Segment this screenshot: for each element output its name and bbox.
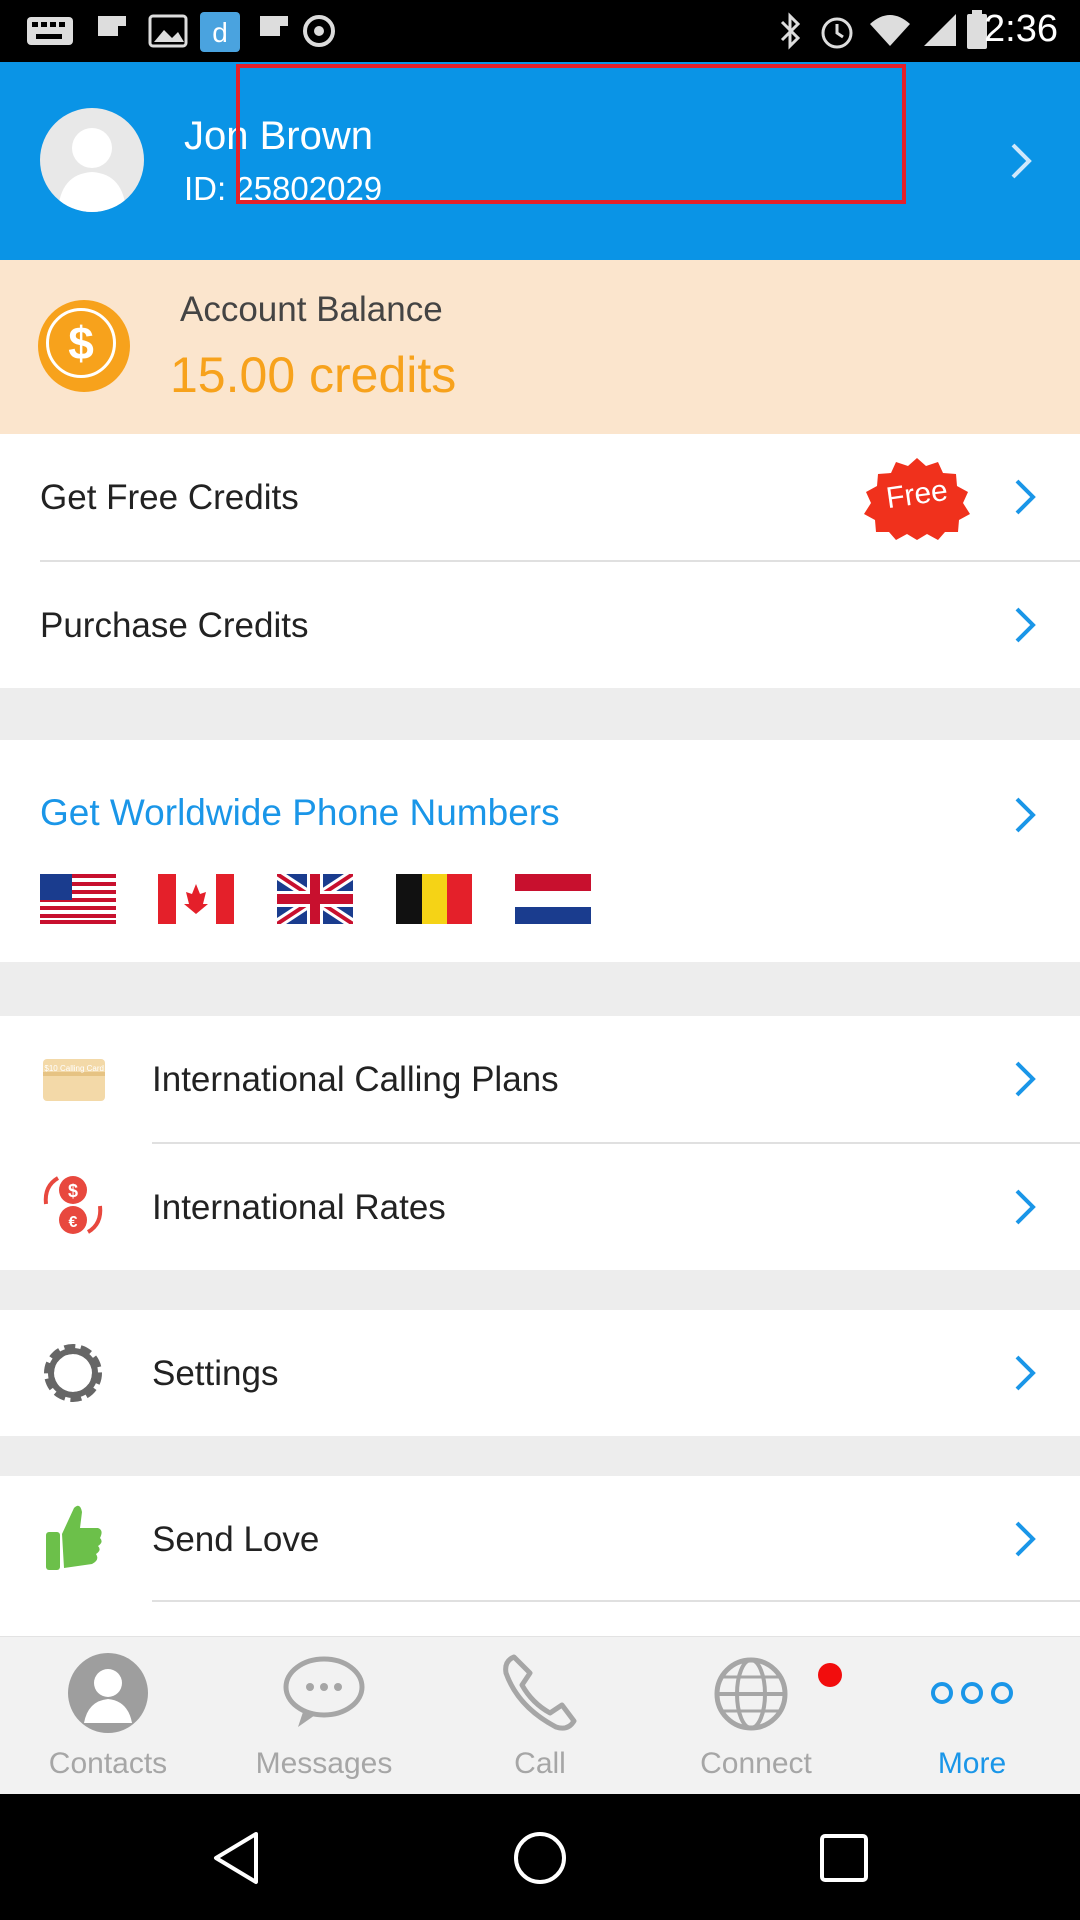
nav-connect-label: Connect — [700, 1747, 812, 1780]
belgium-flag-icon — [396, 874, 472, 924]
phone-icon — [503, 1654, 577, 1731]
flipboard-icon — [260, 16, 288, 36]
chevron-right-icon[interactable] — [1014, 796, 1036, 834]
chevron-right-icon[interactable] — [1014, 1060, 1036, 1098]
nav-call[interactable]: Call — [432, 1637, 648, 1795]
flipboard-icon — [98, 16, 126, 36]
chevron-right-icon[interactable] — [1010, 142, 1032, 180]
send-love-section: Send Love — [0, 1476, 1080, 1636]
app-d-icon: d — [200, 12, 240, 52]
nav-messages[interactable]: Messages — [216, 1637, 432, 1795]
canada-flag-icon — [158, 874, 234, 924]
currency-exchange-icon: $ € — [43, 1176, 103, 1234]
settings-row[interactable]: Settings — [0, 1310, 1080, 1436]
purchase-credits-row[interactable]: Purchase Credits — [0, 562, 1080, 688]
back-icon[interactable] — [210, 1830, 262, 1886]
person-icon — [58, 128, 126, 212]
chevron-right-icon[interactable] — [1014, 1188, 1036, 1226]
international-calling-plans-row[interactable]: $10 Calling Card International Calling P… — [0, 1016, 1080, 1143]
image-icon — [148, 14, 188, 48]
chevron-right-icon[interactable] — [1014, 1520, 1036, 1558]
international-rates-label: International Rates — [152, 1188, 446, 1227]
balance-value: 15.00 credits — [170, 347, 457, 403]
get-free-credits-label: Get Free Credits — [40, 478, 299, 517]
purchase-credits-label: Purchase Credits — [40, 606, 309, 645]
globe-icon — [714, 1657, 788, 1731]
svg-text:$: $ — [68, 1181, 78, 1201]
account-balance-card: $ Account Balance 15.00 credits — [0, 260, 1080, 434]
thumbs-up-icon — [46, 1505, 102, 1570]
international-section: $10 Calling Card International Calling P… — [0, 1016, 1080, 1270]
wifi-icon — [870, 15, 910, 46]
more-icon — [931, 1682, 1013, 1704]
nav-messages-label: Messages — [255, 1747, 393, 1780]
chevron-right-icon[interactable] — [1014, 478, 1036, 516]
alarm-icon — [821, 17, 853, 49]
chevron-right-icon[interactable] — [1014, 606, 1036, 644]
chevron-right-icon[interactable] — [1014, 1354, 1036, 1392]
worldwide-numbers-row[interactable]: Get Worldwide Phone Numbers — [0, 740, 1080, 962]
nav-contacts[interactable]: Contacts — [0, 1637, 216, 1795]
recents-icon[interactable] — [818, 1832, 870, 1884]
uk-flag-icon — [277, 874, 353, 924]
contacts-icon — [68, 1653, 148, 1733]
nav-more-label: More — [937, 1747, 1007, 1780]
home-icon[interactable] — [512, 1830, 568, 1886]
svg-text:€: € — [69, 1214, 78, 1231]
notification-dot — [818, 1663, 842, 1687]
status-time: 2:36 — [984, 8, 1058, 50]
get-free-credits-row[interactable]: Get Free Credits Free — [0, 434, 1080, 561]
nav-call-label: Call — [514, 1747, 566, 1780]
worldwide-numbers-label: Get Worldwide Phone Numbers — [40, 792, 560, 833]
nav-connect[interactable]: Connect — [648, 1637, 864, 1795]
messages-icon — [283, 1656, 365, 1727]
send-love-label: Send Love — [152, 1520, 320, 1559]
balance-label: Account Balance — [180, 290, 443, 329]
keyboard-icon — [27, 17, 73, 45]
bottom-nav: Contacts Messages Call Connect More — [0, 1636, 1080, 1795]
avatar[interactable] — [40, 108, 144, 212]
divider — [152, 1600, 1080, 1602]
us-flag-icon — [40, 874, 116, 924]
international-rates-row[interactable]: $ € International Rates — [0, 1144, 1080, 1270]
settings-label: Settings — [152, 1354, 279, 1393]
calling-plans-label: International Calling Plans — [152, 1060, 559, 1099]
nav-more[interactable]: More — [864, 1637, 1080, 1795]
credits-section: Get Free Credits Free Purchase Credits — [0, 434, 1080, 688]
dollar-coin-icon: $ — [38, 300, 130, 392]
netherlands-flag-icon — [515, 874, 591, 924]
signal-icon — [924, 14, 956, 46]
profile-header[interactable]: Jon Brown ID: 25802029 — [0, 62, 1080, 260]
system-nav-bar — [0, 1794, 1080, 1920]
calling-card-text: $10 Calling Card — [44, 1064, 104, 1073]
gear-icon — [44, 1344, 102, 1402]
bluetooth-icon — [780, 12, 801, 50]
status-bar: d 2:36 — [0, 0, 1080, 62]
svg-text:d: d — [212, 17, 228, 48]
settings-icon — [303, 15, 335, 47]
highlight-box — [236, 64, 906, 204]
nav-contacts-label: Contacts — [48, 1747, 168, 1780]
send-love-row[interactable]: Send Love — [0, 1476, 1080, 1602]
